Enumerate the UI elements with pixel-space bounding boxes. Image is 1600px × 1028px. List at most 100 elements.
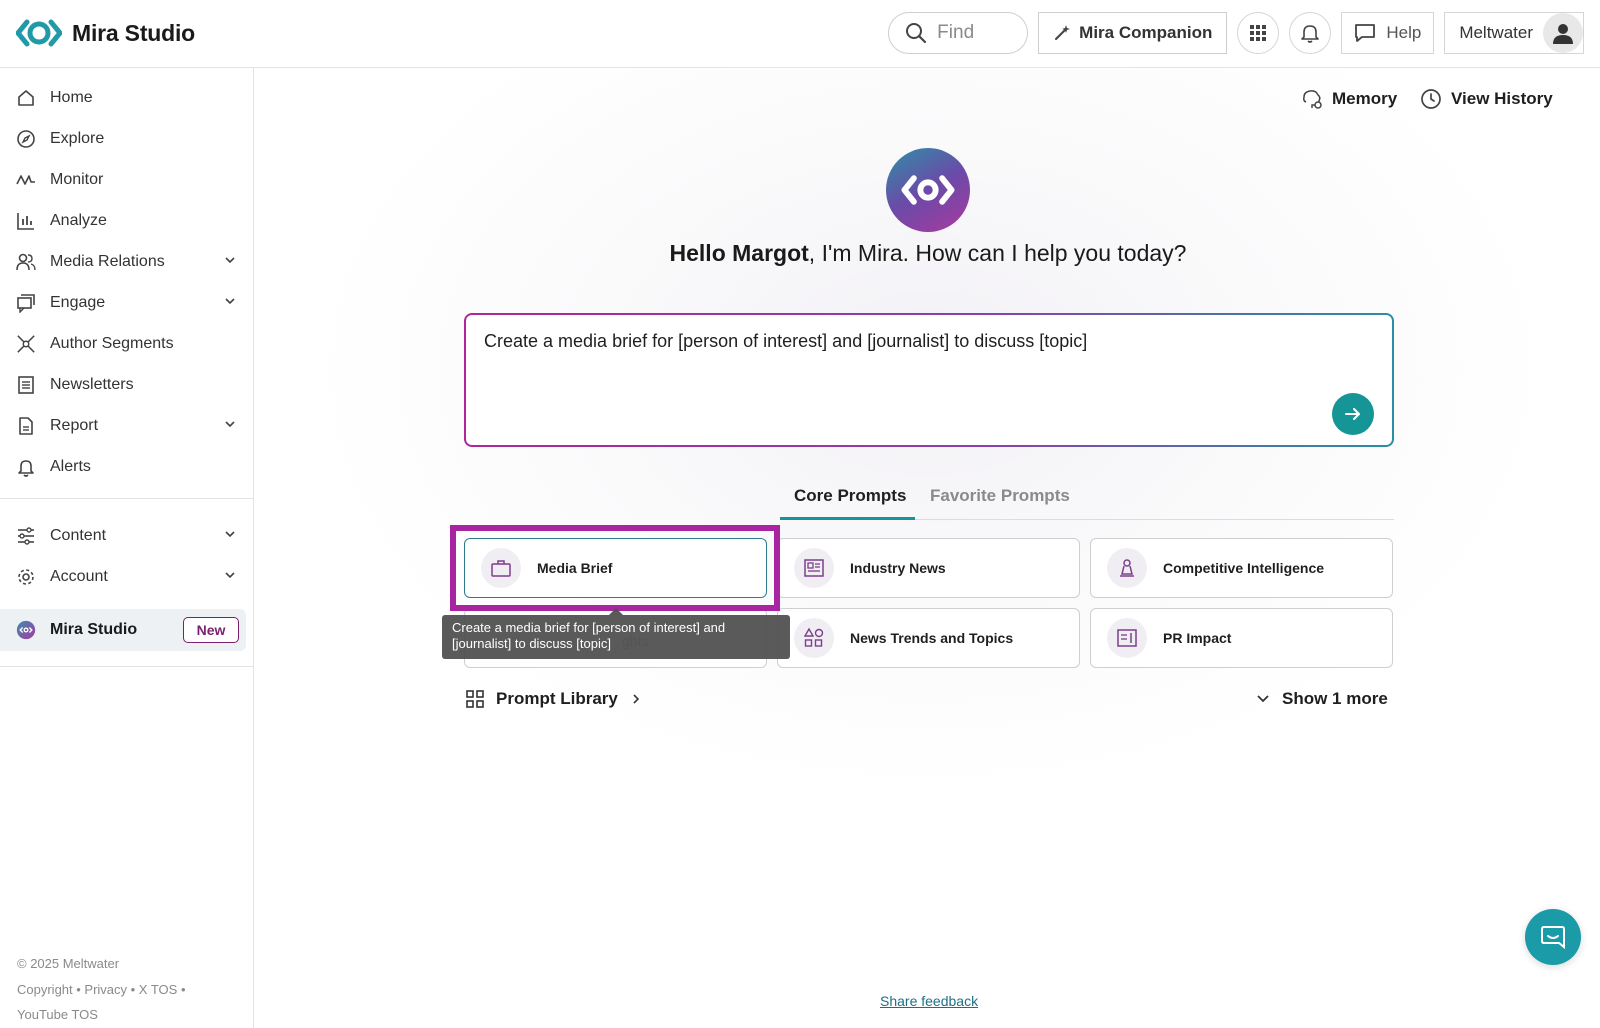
show-more-button[interactable]: Show 1 more — [1256, 689, 1388, 709]
mira-logo-icon — [16, 19, 62, 47]
sidebar-item-label: Engage — [50, 294, 106, 311]
apps-grid-button[interactable] — [1237, 12, 1280, 54]
tooltip: Create a media brief for [person of inte… — [442, 615, 790, 659]
compass-icon — [16, 129, 36, 149]
tooltip-arrow — [609, 608, 623, 615]
arrow-right-icon — [1345, 408, 1360, 420]
mira-companion-button[interactable]: Mira Companion — [1038, 12, 1228, 54]
sidebar-item-content[interactable]: Content — [0, 516, 254, 556]
prompt-input[interactable]: Create a media brief for [person of inte… — [466, 315, 1392, 445]
top-bar: Mira Studio Find Mira Companion Help Mel… — [0, 0, 1600, 68]
chevron-down-icon[interactable] — [224, 254, 236, 266]
gear-icon — [16, 567, 36, 587]
home-icon — [16, 88, 36, 108]
sidebar-item-report[interactable]: Report — [0, 406, 254, 446]
tab-core-prompts[interactable]: Core Prompts — [794, 486, 906, 520]
chevron-down-icon[interactable] — [224, 295, 236, 307]
mira-avatar — [886, 148, 970, 232]
tab-favorite-prompts[interactable]: Favorite Prompts — [930, 486, 1070, 520]
greeting-name: Hello Margot — [669, 240, 809, 266]
account-menu-button[interactable]: Meltwater — [1444, 12, 1584, 54]
brand[interactable]: Mira Studio — [16, 16, 195, 50]
search-icon — [906, 23, 927, 44]
sidebar-item-label: Home — [50, 89, 93, 106]
sidebar-item-label: Account — [50, 568, 108, 585]
prompt-tabs: Core Prompts Favorite Prompts — [780, 486, 1394, 520]
sidebar-item-media-relations[interactable]: Media Relations — [0, 242, 254, 282]
people-icon — [16, 252, 36, 272]
card-label: News Trends and Topics — [850, 630, 1014, 646]
help-label: Help — [1386, 23, 1422, 42]
prompt-card-competitive-intelligence[interactable]: Competitive Intelligence — [1090, 538, 1393, 598]
sidebar-item-newsletters[interactable]: Newsletters — [0, 365, 254, 405]
sidebar-item-home[interactable]: Home — [0, 78, 254, 118]
memory-label: Memory — [1332, 89, 1398, 108]
prompt-library-link[interactable]: Prompt Library — [466, 689, 642, 709]
notifications-button[interactable] — [1289, 12, 1332, 54]
prompt-text: Create a media brief for [person of inte… — [484, 331, 1088, 351]
bell-icon — [1301, 25, 1320, 43]
brain-gear-icon — [1303, 90, 1322, 109]
memory-button[interactable]: Memory — [1302, 88, 1397, 110]
chevron-down-icon[interactable] — [224, 569, 236, 581]
news-icon — [794, 548, 834, 588]
copyright-text: © 2025 Meltwater — [17, 956, 120, 971]
find-input[interactable]: Find — [888, 12, 1029, 54]
find-placeholder: Find — [937, 22, 975, 43]
sidebar-item-alerts[interactable]: Alerts — [0, 447, 254, 487]
impact-icon — [1107, 618, 1147, 658]
selection-highlight — [450, 525, 780, 611]
sidebar-item-monitor[interactable]: Monitor — [0, 160, 254, 200]
prompt-card-pr-impact[interactable]: PR Impact — [1090, 608, 1393, 668]
network-icon — [16, 334, 36, 354]
report-icon — [16, 416, 36, 436]
chevron-down-icon[interactable] — [224, 418, 236, 430]
new-badge: New — [183, 617, 239, 643]
clock-icon — [1421, 89, 1441, 109]
sidebar-item-label: Author Segments — [50, 335, 174, 352]
apps-grid-icon — [1250, 25, 1267, 41]
sidebar-item-label: Mira Studio — [50, 621, 138, 638]
sidebar-item-analyze[interactable]: Analyze — [0, 201, 254, 241]
greeting-text: , I'm Mira. How can I help you today? — [808, 240, 1187, 266]
show-more-label: Show 1 more — [1282, 689, 1388, 708]
sidebar-divider — [0, 498, 254, 499]
sidebar-item-engage[interactable]: Engage — [0, 283, 254, 323]
magic-wand-icon — [1055, 25, 1071, 40]
account-name: Meltwater — [1459, 23, 1533, 42]
chat-bubble-icon — [1355, 24, 1376, 42]
prompt-card-news-trends[interactable]: News Trends and Topics — [777, 608, 1080, 668]
chat-launcher-button[interactable] — [1525, 909, 1581, 965]
chevron-right-icon — [633, 694, 639, 704]
sidebar: Home Explore Monitor Analyze Media Relat… — [0, 68, 254, 1028]
history-label: View History — [1451, 89, 1553, 108]
footer-links[interactable]: YouTube TOS — [17, 1007, 98, 1022]
chevron-down-icon[interactable] — [224, 528, 236, 540]
sidebar-item-account[interactable]: Account — [0, 557, 254, 597]
send-button[interactable] — [1332, 393, 1374, 435]
prompt-card-industry-news[interactable]: Industry News — [777, 538, 1080, 598]
chess-icon — [1107, 548, 1147, 588]
mira-logo-icon — [901, 175, 955, 205]
sidebar-item-author-segments[interactable]: Author Segments — [0, 324, 254, 364]
sidebar-divider — [0, 666, 254, 667]
card-label: Competitive Intelligence — [1163, 560, 1325, 576]
sidebar-item-label: Monitor — [50, 171, 104, 188]
brand-name: Mira Studio — [72, 19, 196, 46]
footer-links[interactable]: Copyright • Privacy • X TOS • — [17, 982, 186, 997]
sidebar-item-label: Newsletters — [50, 376, 134, 393]
sidebar-item-explore[interactable]: Explore — [0, 119, 254, 159]
sidebar-item-label: Report — [50, 417, 99, 434]
library-label: Prompt Library — [496, 689, 618, 708]
share-feedback-link[interactable]: Share feedback — [880, 993, 978, 1009]
help-button[interactable]: Help — [1341, 12, 1435, 54]
card-label: PR Impact — [1163, 630, 1232, 646]
sidebar-item-label: Content — [50, 527, 107, 544]
view-history-button[interactable]: View History — [1420, 88, 1553, 110]
greeting: Hello Margot, I'm Mira. How can I help y… — [600, 240, 1256, 267]
sliders-icon — [16, 526, 36, 546]
shapes-icon — [794, 618, 834, 658]
top-actions: Find Mira Companion Help Meltwater — [888, 12, 1584, 54]
prompt-input-frame: Create a media brief for [person of inte… — [464, 313, 1394, 447]
sidebar-item-label: Analyze — [50, 212, 107, 229]
